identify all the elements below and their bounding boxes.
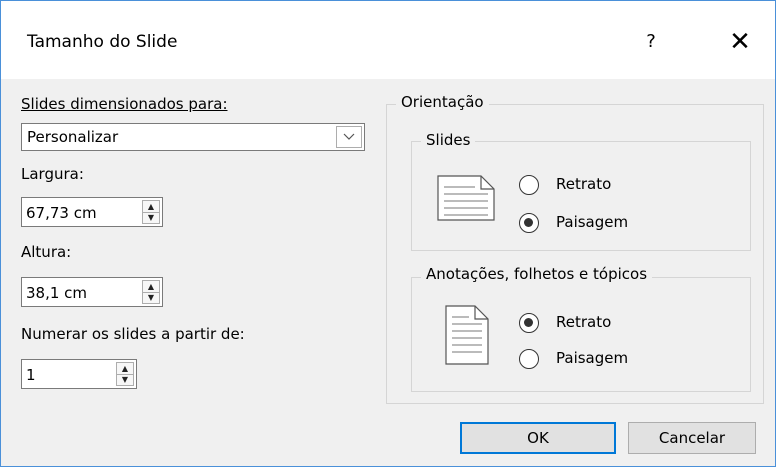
slides-landscape-radio[interactable] [519, 213, 539, 233]
spin-down-button[interactable]: ▼ [143, 212, 159, 223]
slides-landscape-label[interactable]: Paisagem [556, 213, 628, 231]
help-button[interactable]: ? [639, 27, 663, 57]
width-value[interactable]: 67,73 cm [26, 204, 97, 222]
slides-sized-for-label-text: Slides dimensionados para: [21, 95, 228, 113]
spin-down-button[interactable]: ▼ [143, 292, 159, 303]
ok-button[interactable]: OK [460, 422, 616, 454]
height-value[interactable]: 38,1 cm [26, 284, 87, 302]
slides-portrait-radio[interactable] [519, 175, 539, 195]
title-bar: Tamanho do Slide ? ✕ [1, 1, 775, 79]
width-label: Largura: [21, 165, 84, 183]
dialog-title: Tamanho do Slide [27, 32, 178, 52]
spin-updown-icon[interactable]: ▲ ▼ [116, 362, 134, 386]
spin-updown-icon[interactable]: ▲ ▼ [142, 280, 160, 304]
orientation-legend: Orientação [396, 93, 489, 111]
first-slide-number-value[interactable]: 1 [26, 366, 36, 384]
width-spinner[interactable]: 67,73 cm ▲ ▼ [21, 197, 163, 227]
slide-size-value: Personalizar [27, 128, 119, 146]
notes-landscape-label[interactable]: Paisagem [556, 349, 628, 367]
slides-sized-for-label: Slides dimensionados para: [21, 95, 228, 113]
slide-size-dialog: Tamanho do Slide ? ✕ Slides dimensionado… [0, 0, 776, 467]
chevron-down-icon[interactable] [336, 126, 362, 148]
slide-size-select[interactable]: Personalizar [21, 123, 365, 151]
first-slide-number-spinner[interactable]: 1 ▲ ▼ [21, 359, 137, 389]
notes-portrait-radio[interactable] [519, 313, 539, 333]
landscape-page-icon [437, 175, 495, 221]
notes-portrait-label[interactable]: Retrato [556, 313, 611, 331]
spin-down-button[interactable]: ▼ [117, 374, 133, 385]
close-button[interactable]: ✕ [725, 27, 755, 57]
height-spinner[interactable]: 38,1 cm ▲ ▼ [21, 277, 163, 307]
slides-portrait-label[interactable]: Retrato [556, 175, 611, 193]
cancel-button[interactable]: Cancelar [628, 422, 756, 454]
notes-landscape-radio[interactable] [519, 349, 539, 369]
height-label: Altura: [21, 243, 72, 261]
number-slides-label: Numerar os slides a partir de: [21, 325, 245, 343]
slides-orientation-legend: Slides [421, 131, 476, 149]
notes-orientation-legend: Anotações, folhetos e tópicos [421, 265, 653, 283]
spin-updown-icon[interactable]: ▲ ▼ [142, 200, 160, 224]
portrait-page-icon [445, 305, 489, 365]
chevron-down-icon-svg [343, 133, 355, 140]
